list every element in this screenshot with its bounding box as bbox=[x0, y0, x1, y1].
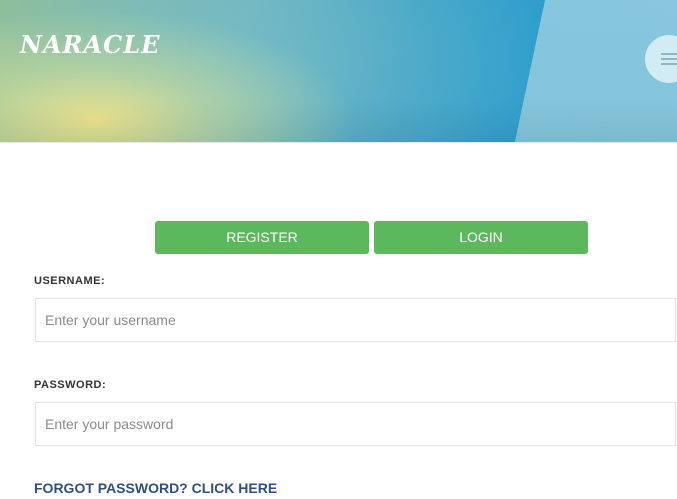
hamburger-icon bbox=[661, 53, 677, 55]
header-banner: NARACLE bbox=[0, 0, 677, 142]
password-label: PASSWORD: bbox=[34, 379, 107, 391]
username-label: USERNAME: bbox=[34, 275, 106, 287]
username-input[interactable] bbox=[35, 298, 676, 342]
forgot-password-link[interactable]: FORGOT PASSWORD? CLICK HERE bbox=[34, 480, 277, 496]
password-input[interactable] bbox=[35, 402, 676, 446]
banner-shade bbox=[0, 0, 677, 142]
hamburger-icon-bar bbox=[661, 58, 677, 60]
hamburger-icon-bar bbox=[661, 63, 677, 65]
logo[interactable]: NARACLE bbox=[20, 30, 160, 59]
login-button[interactable]: LOGIN bbox=[374, 221, 588, 254]
register-button[interactable]: REGISTER bbox=[155, 221, 369, 254]
header-divider bbox=[0, 142, 677, 143]
